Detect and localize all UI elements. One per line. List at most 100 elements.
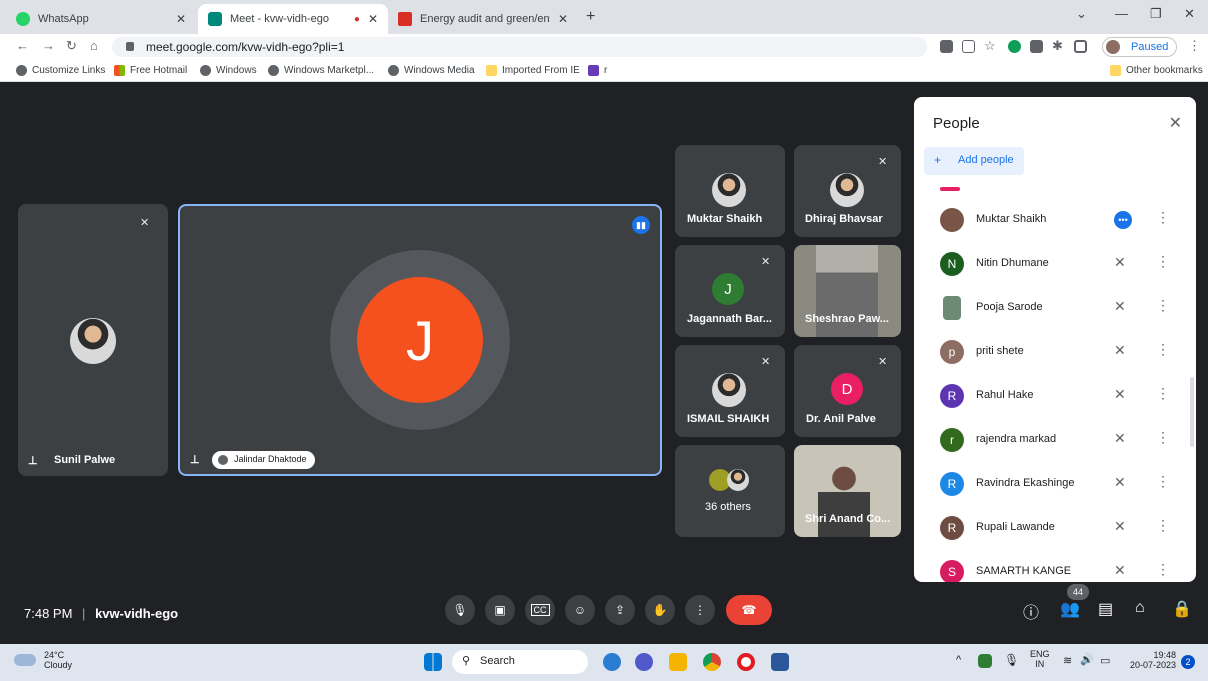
bookmark-item[interactable]: r — [588, 65, 607, 76]
participant-tile[interactable]: ✕ J Jagannath Bar... — [675, 245, 785, 337]
participant-tile[interactable]: ✕ D Dr. Anil Palve — [794, 345, 901, 437]
maximize-icon[interactable]: ❐ — [1150, 6, 1162, 22]
forward-icon[interactable]: → — [42, 38, 55, 53]
participant-row[interactable]: R Rahul Hake ✕ ⋮ — [914, 374, 1184, 418]
mic-tray-icon[interactable]: 🎙 — [1004, 653, 1019, 667]
add-people-button[interactable]: + Add people — [924, 147, 1024, 175]
panel-scrollbar[interactable] — [1190, 377, 1194, 447]
others-tile[interactable]: 36 others — [675, 445, 785, 537]
share-icon[interactable] — [962, 40, 975, 53]
bookmark-item[interactable]: Windows Marketpl... — [268, 65, 374, 76]
avatar-initial: J — [406, 308, 434, 372]
bookmark-label: Free Hotmail — [130, 65, 188, 76]
participant-row[interactable]: R Rupali Lawande ✕ ⋮ — [914, 506, 1184, 550]
tray-app-icon[interactable] — [978, 654, 992, 668]
more-options-icon[interactable]: ⋮ — [1156, 209, 1170, 226]
clock[interactable]: 19:48 20-07-2023 — [1124, 650, 1176, 670]
participant-row[interactable]: r rajendra markad ✕ ⋮ — [914, 418, 1184, 462]
extension-icon[interactable] — [1030, 40, 1043, 53]
close-tab-icon[interactable]: ✕ — [368, 12, 378, 26]
bookmark-item[interactable]: Imported From IE — [486, 65, 580, 76]
chat-icon[interactable]: ▤ — [1098, 599, 1113, 619]
close-tab-icon[interactable]: ✕ — [558, 12, 568, 26]
opera-icon[interactable] — [737, 653, 755, 671]
participant-row[interactable]: p priti shete ✕ ⋮ — [914, 330, 1184, 374]
minimize-icon[interactable]: — — [1115, 6, 1128, 21]
participant-tile-video[interactable]: Sheshrao Paw... — [794, 245, 901, 337]
camera-icon[interactable] — [940, 40, 953, 53]
word-icon[interactable] — [771, 653, 789, 671]
back-icon[interactable]: ← — [16, 38, 29, 53]
more-options-icon[interactable]: ⋮ — [1156, 253, 1170, 270]
other-bookmarks[interactable]: Other bookmarks — [1110, 65, 1203, 76]
more-options-icon[interactable]: ⋮ — [1156, 297, 1170, 314]
activities-icon[interactable]: ⌂ — [1135, 599, 1145, 617]
reactions-button[interactable]: ☺ — [565, 595, 595, 625]
bookmark-item[interactable]: Customize Links — [16, 65, 105, 76]
file-explorer-icon[interactable] — [669, 653, 687, 671]
participant-row[interactable]: Muktar Shaikh ••• ⋮ — [914, 198, 1184, 242]
participant-tile[interactable]: ✕ Dhiraj Bhavsar — [794, 145, 901, 237]
notification-badge[interactable]: 2 — [1181, 655, 1195, 669]
chrome-menu-icon[interactable]: ⋮ — [1188, 38, 1201, 54]
participant-row[interactable]: Pooja Sarode ✕ ⋮ — [914, 286, 1184, 330]
side-panel-icon[interactable] — [1074, 40, 1087, 53]
volume-icon[interactable]: 🔊 — [1080, 653, 1094, 666]
main-speaker-tile[interactable]: ▮▮ J ⊥ Jalindar Dhaktode — [178, 204, 662, 476]
wifi-icon[interactable]: ≋ — [1063, 654, 1072, 667]
show-hidden-icons[interactable]: ^ — [956, 654, 961, 666]
bing-icon[interactable] — [603, 653, 621, 671]
bookmark-item[interactable]: Windows Media — [388, 65, 475, 76]
host-controls-icon[interactable]: 🔒 — [1172, 599, 1192, 619]
participant-name: ISMAIL SHAIKH — [687, 413, 770, 425]
close-panel-icon[interactable]: ✕ — [1169, 113, 1182, 133]
more-options-icon[interactable]: ⋮ — [1156, 341, 1170, 358]
more-options-icon[interactable]: ⋮ — [1156, 561, 1170, 578]
participant-tile[interactable]: ✕ ISMAIL SHAIKH — [675, 345, 785, 437]
leave-call-button[interactable]: ☎ — [726, 595, 772, 625]
participant-row[interactable]: S SAMARTH KANGE ✕ ⋮ — [914, 550, 1184, 582]
teams-icon[interactable] — [635, 653, 653, 671]
participant-tile-video[interactable]: Shri Anand Co... — [794, 445, 901, 537]
grammarly-icon[interactable] — [1008, 40, 1021, 53]
more-options-icon[interactable]: ⋮ — [1156, 517, 1170, 534]
new-tab-icon[interactable]: + — [586, 8, 595, 26]
home-icon[interactable]: ⌂ — [90, 38, 98, 53]
reload-icon[interactable]: ↻ — [66, 38, 77, 54]
mic-button[interactable]: 🎙 — [445, 595, 475, 625]
close-tab-icon[interactable]: ✕ — [176, 12, 186, 26]
tab-whatsapp[interactable]: WhatsApp ✕ — [6, 4, 196, 34]
mic-off-icon: ✕ — [1114, 562, 1126, 578]
battery-icon[interactable]: ▭ — [1100, 654, 1110, 667]
present-button[interactable]: ⇪ — [605, 595, 635, 625]
meeting-details-icon[interactable]: ⓘ — [1023, 599, 1039, 623]
folder-icon — [1110, 65, 1121, 76]
profile-paused-button[interactable]: Paused — [1102, 37, 1178, 57]
more-options-icon[interactable]: ⋮ — [1156, 385, 1170, 402]
windows-start-icon[interactable] — [424, 653, 442, 671]
address-bar[interactable]: meet.google.com/kvw-vidh-ego?pli=1 — [112, 37, 927, 57]
bookmark-item[interactable]: Windows — [200, 65, 257, 76]
participant-tile-sunil[interactable]: ✕ ⊥ Sunil Palwe — [18, 204, 168, 476]
chrome-icon[interactable] — [703, 653, 721, 671]
tab-meet[interactable]: Meet - kvw-vidh-ego ● ✕ — [198, 4, 388, 34]
window-close-icon[interactable]: ✕ — [1184, 6, 1195, 22]
participant-row[interactable]: N Nitin Dhumane ✕ ⋮ — [914, 242, 1184, 286]
more-options-icon[interactable]: ⋮ — [1156, 429, 1170, 446]
more-options-icon[interactable]: ⋮ — [1156, 473, 1170, 490]
participant-tile[interactable]: Muktar Shaikh — [675, 145, 785, 237]
participant-row[interactable]: R Ravindra Ekashinge ✕ ⋮ — [914, 462, 1184, 506]
people-icon[interactable]: 👥 — [1060, 599, 1080, 619]
tab-search-icon[interactable]: ⌄ — [1076, 6, 1087, 22]
taskbar-search[interactable]: ⚲ Search — [452, 650, 588, 674]
tab-gmail[interactable]: Energy audit and green/environm ✕ — [388, 4, 578, 34]
extensions-puzzle-icon[interactable]: ✱ — [1052, 38, 1063, 54]
raise-hand-button[interactable]: ✋ — [645, 595, 675, 625]
bookmark-item[interactable]: Free Hotmail — [114, 65, 187, 76]
language-indicator[interactable]: ENG IN — [1030, 649, 1050, 669]
captions-button[interactable]: CC — [525, 595, 555, 625]
more-options-button[interactable]: ⋮ — [685, 595, 715, 625]
bookmark-star-icon[interactable]: ☆ — [984, 38, 996, 54]
weather-widget[interactable]: 24°C Cloudy — [14, 650, 72, 670]
camera-button[interactable]: ▣ — [485, 595, 515, 625]
